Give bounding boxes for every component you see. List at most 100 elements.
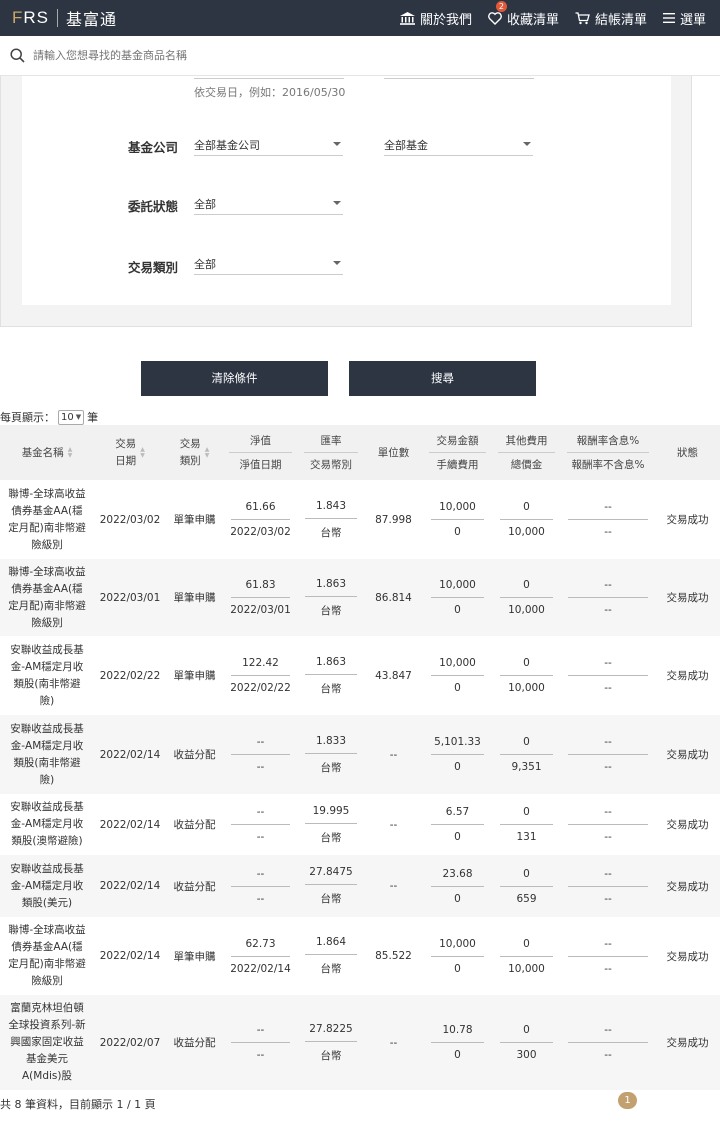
other-cell: 0 10,000 (492, 636, 561, 715)
status-cell: 交易成功 (666, 670, 709, 682)
other-fee-value: 0 (499, 657, 554, 676)
fund-name-link[interactable]: 富蘭克林坦伯頓全球投資系列-新興國家固定收益基金美元A(Mdis)股 (0, 995, 94, 1090)
currency-value: 台幣 (320, 682, 342, 695)
fx-value: 1.864 (305, 936, 357, 955)
col-fx: 匯率 交易幣別 (298, 425, 364, 480)
fx-cell: 1.863 台幣 (298, 559, 364, 636)
amount-value: 10,000 (430, 579, 485, 598)
trade-type-cell: 收益分配 (166, 715, 223, 794)
fund-name-link[interactable]: 聯博-全球高收益債券基金AA(穩定月配)南非幣避險級別 (0, 480, 94, 559)
other-fee-value: 0 (499, 938, 554, 957)
col-amount-label: 交易金額 (429, 429, 486, 453)
return-ex-value: -- (604, 892, 612, 905)
return-cell: -- -- (561, 855, 655, 917)
search-button[interactable]: 搜尋 (349, 361, 536, 396)
col-return-in-label: 報酬率含息% (567, 429, 649, 453)
return-cell: -- -- (561, 917, 655, 995)
return-in-value: -- (568, 868, 648, 887)
other-cell: 0 10,000 (492, 917, 561, 995)
total-value: 9,351 (511, 761, 542, 773)
other-cell: 0 10,000 (492, 480, 561, 559)
start-date-field[interactable] (194, 78, 344, 79)
logo-mark: FRS (12, 8, 50, 27)
return-cell: -- -- (561, 559, 655, 636)
col-trade-type-label-2: 類別 (179, 454, 201, 467)
top-navbar: FRS 基富通 關於我們 2 收藏清單 結帳清單 選單 (0, 0, 720, 36)
trade-type-cell: 收益分配 (166, 995, 223, 1090)
amount-value: 23.68 (430, 868, 485, 887)
fund-select[interactable]: 全部基金 (384, 134, 533, 156)
col-amount: 交易金額 手續費用 (423, 425, 492, 480)
trade-type-select[interactable]: 全部 (194, 253, 343, 275)
fx-cell: 19.995 台幣 (298, 794, 364, 855)
other-cell: 0 300 (492, 995, 561, 1090)
fee-value: 0 (454, 682, 461, 694)
nav-about-us[interactable]: 關於我們 (399, 9, 472, 28)
fund-name-link[interactable]: 聯博-全球高收益債券基金AA(穩定月配)南非幣避險級別 (0, 917, 94, 995)
col-trade-date[interactable]: 交易 日期▲ ▼ (94, 425, 166, 480)
amount-value: 6.57 (430, 806, 485, 825)
nav-cell: -- -- (223, 794, 298, 855)
end-date-field[interactable] (384, 78, 534, 79)
nav-date-value: -- (256, 831, 265, 843)
search-input[interactable] (33, 49, 633, 62)
clear-filters-button[interactable]: 清除條件 (141, 361, 328, 396)
fund-name-link[interactable]: 安聯收益成長基金-AM穩定月收類股(美元) (0, 855, 94, 917)
fx-value: 27.8475 (305, 866, 357, 885)
nav-checkout-label: 結帳清單 (594, 12, 647, 28)
return-ex-value: -- (604, 962, 612, 975)
col-fx-label: 匯率 (304, 429, 358, 453)
table-row: 安聯收益成長基金-AM穩定月收類股(南非幣避險) 2022/02/14 收益分配 --… (0, 715, 720, 794)
amount-value: 10,000 (430, 657, 485, 676)
fee-value: 0 (454, 892, 461, 905)
nav-favorites[interactable]: 2 收藏清單 (488, 0, 559, 28)
page-number-button[interactable]: 1 (618, 1092, 637, 1109)
col-fund-name[interactable]: 基金名稱 ▲ ▼ (0, 425, 94, 480)
nav-favorites-label: 收藏清單 (506, 12, 559, 28)
nav-cell: -- -- (223, 715, 298, 794)
fund-company-label: 基金公司 (128, 140, 179, 155)
amount-value: 10,000 (430, 501, 485, 520)
return-in-value: -- (568, 938, 648, 957)
nav-menu[interactable]: 選單 (662, 9, 706, 28)
nav-cell: -- -- (223, 855, 298, 917)
col-return: 報酬率含息% 報酬率不含息% (561, 425, 655, 480)
col-status: 狀態 (655, 425, 720, 480)
favorites-count-badge: 2 (495, 0, 507, 12)
return-cell: -- -- (561, 480, 655, 559)
site-logo[interactable]: FRS 基富通 (12, 0, 117, 36)
col-fee-label: 手續費用 (436, 458, 479, 471)
other-cell: 0 659 (492, 855, 561, 917)
currency-value: 台幣 (320, 893, 342, 905)
nav-checkout[interactable]: 結帳清單 (575, 9, 647, 28)
other-cell: 0 9,351 (492, 715, 561, 794)
trade-type-cell: 單筆申購 (173, 950, 216, 963)
col-nav: 淨值 淨值日期 (223, 425, 298, 480)
total-value: 659 (516, 892, 537, 905)
nav-value: 62.73 (231, 938, 290, 957)
col-fund-name-label: 基金名稱 (21, 447, 64, 459)
fund-name-link[interactable]: 安聯收益成長基金-AM穩定月收類股(南非幣避險) (0, 636, 94, 715)
total-value: 10,000 (508, 962, 545, 975)
fx-cell: 1.843 台幣 (298, 480, 364, 559)
page-size-select[interactable]: 10 ▼ (58, 409, 85, 425)
fund-company-select[interactable]: 全部基金公司 (194, 134, 343, 156)
fee-value: 0 (454, 526, 461, 538)
fund-name-link[interactable]: 安聯收益成長基金-AM穩定月收類股(澳幣避險) (0, 794, 94, 855)
nav-date-value: 2022/03/02 (230, 526, 291, 538)
trade-type-cell: 收益分配 (173, 819, 216, 831)
amount-cell: 6.57 0 (423, 794, 492, 855)
fund-name-link[interactable]: 安聯收益成長基金-AM穩定月收類股(南非幣避險) (0, 715, 94, 794)
trade-date-cell: 2022/02/22 (99, 669, 161, 682)
currency-value: 台幣 (320, 761, 342, 774)
fee-value: 0 (454, 1049, 461, 1061)
fund-name-link[interactable]: 聯博-全球高收益債券基金AA(穩定月配)南非幣避險級別 (0, 559, 94, 636)
order-status-select[interactable]: 全部 (194, 193, 343, 215)
nav-cell: -- -- (223, 995, 298, 1090)
units-cell: -- (364, 855, 423, 917)
return-ex-value: -- (604, 526, 612, 538)
nav-cell: 61.66 2022/03/02 (223, 480, 298, 559)
nav-date-value: -- (256, 892, 265, 905)
col-trade-type[interactable]: 交易 類別▲ ▼ (166, 425, 223, 480)
col-trade-date-label-1: 交易 (115, 437, 137, 450)
